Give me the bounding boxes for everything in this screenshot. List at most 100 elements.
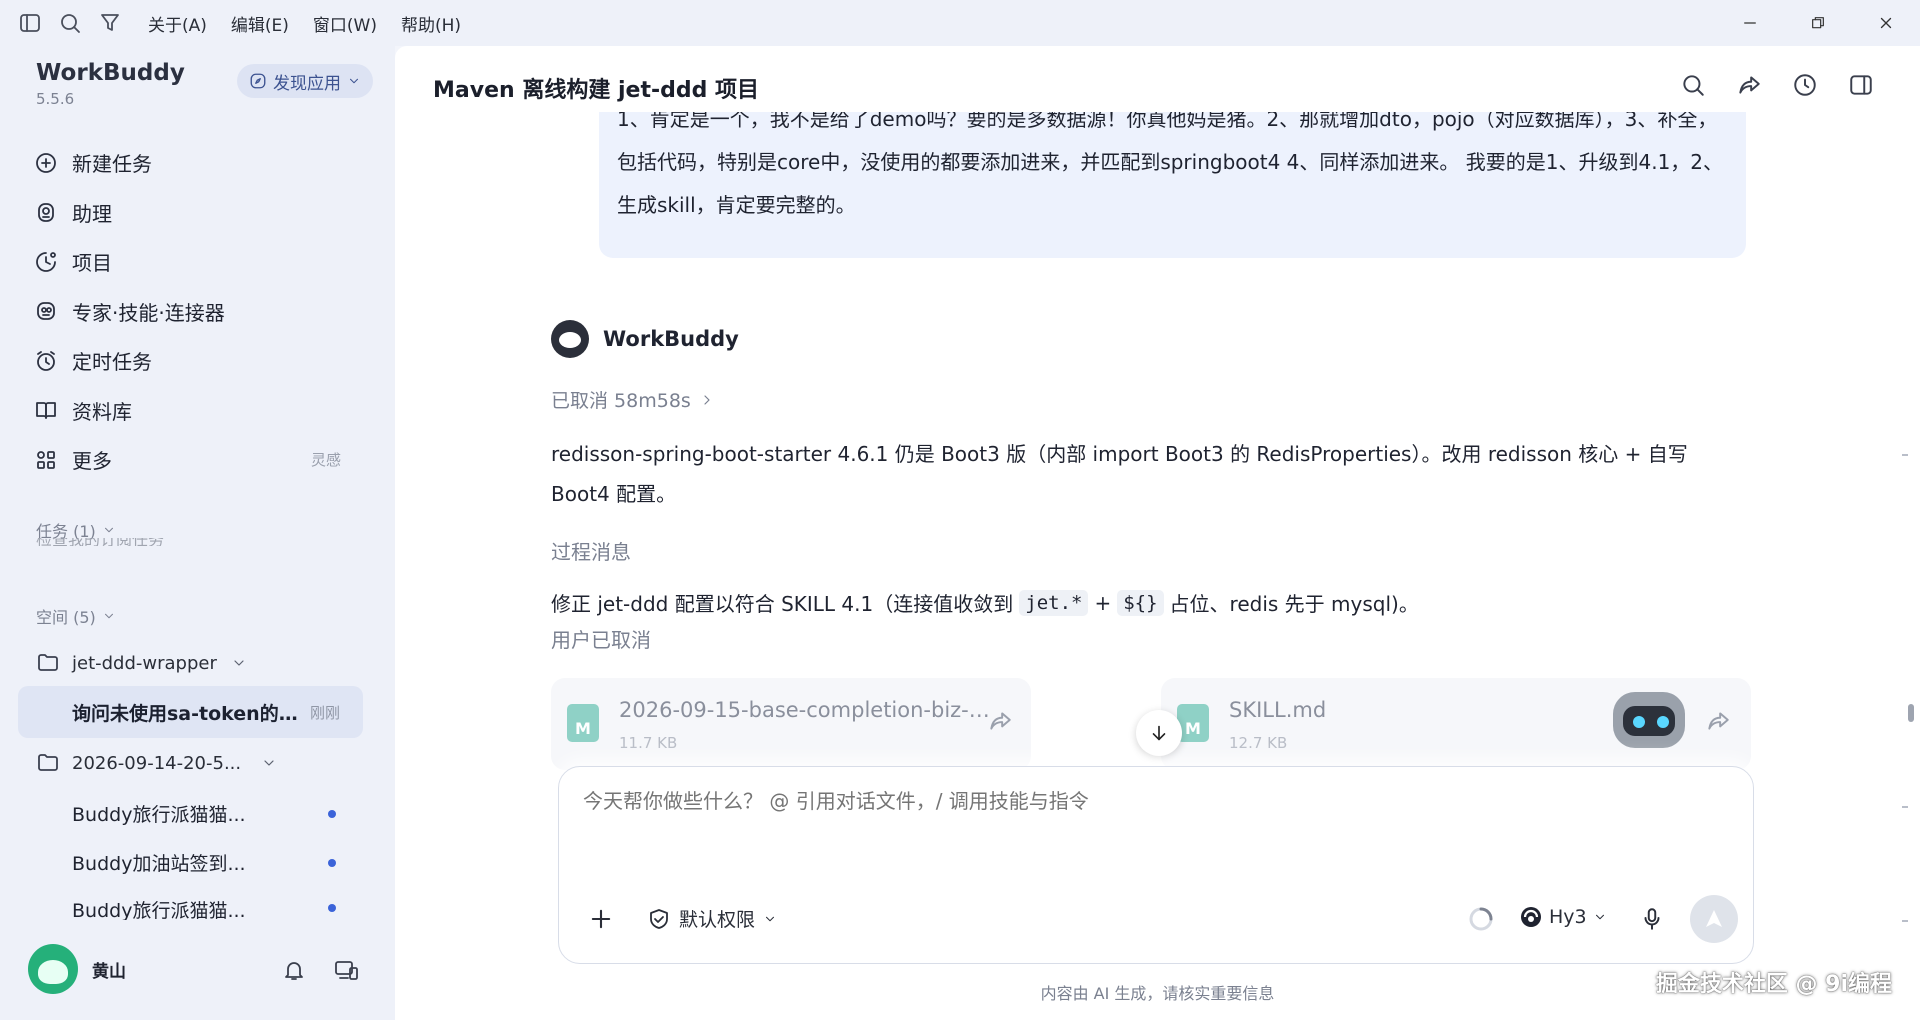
discover-apps-button[interactable]: 发现应用 (237, 64, 373, 98)
prompt-input[interactable] (583, 789, 1683, 813)
share-icon[interactable] (987, 708, 1013, 734)
file-name: 2026-09-15-base-completion-biz-generati.… (619, 698, 1001, 722)
nav-new-task[interactable]: 新建任务 (18, 138, 363, 188)
process-messages-label[interactable]: 过程消息 (551, 536, 631, 565)
subtask-item[interactable]: Buddy旅行派猫猫... (72, 898, 362, 920)
bot-name: WorkBuddy (603, 327, 739, 351)
send-button[interactable] (1690, 895, 1738, 943)
search-icon[interactable] (1680, 72, 1706, 98)
add-attachment-button[interactable] (587, 905, 615, 933)
app-name: WorkBuddy (36, 60, 185, 86)
nav-label: 项目 (72, 251, 112, 276)
file-name: SKILL.md (1229, 698, 1327, 722)
app-version: 5.5.6 (36, 90, 75, 108)
watermark: 掘金技术社区 @ 9i编程 (1655, 972, 1892, 997)
model-logo-icon (1521, 907, 1541, 927)
subtask-label: Buddy旅行派猫猫... (72, 899, 246, 921)
inline-code: jet.* (1019, 589, 1089, 616)
menu-help[interactable]: 帮助(H) (401, 9, 461, 38)
unread-dot (328, 858, 336, 867)
folder-label: 2026-09-14-20-5... (72, 752, 242, 774)
devices-icon[interactable] (334, 958, 360, 982)
subtask-label: Buddy加油站签到... (72, 853, 246, 875)
space-folder-jet-ddd-wrapper[interactable]: jet-ddd-wrapper (18, 638, 363, 688)
scrollbar[interactable] (1902, 46, 1914, 1020)
active-task-item[interactable]: 询问未使用sa-token的... 刚刚 (18, 686, 363, 738)
spaces-header-label: 空间 (5) (36, 608, 96, 627)
model-select[interactable]: Hy3 (1519, 905, 1607, 929)
compass-icon (250, 73, 266, 89)
scroll-to-bottom-button[interactable] (1136, 710, 1182, 756)
nav-label: 更多 (72, 449, 112, 474)
subtask-item[interactable]: Buddy加油站签到... (72, 849, 362, 876)
nav-assistant[interactable]: 助理 (18, 188, 363, 238)
nav-scheduled[interactable]: 定时任务 (18, 336, 363, 386)
menu-about[interactable]: 关于(A) (148, 9, 207, 38)
folder-label: jet-ddd-wrapper (72, 652, 217, 674)
bot-reply-text: redisson-spring-boot-starter 4.6.1 仍是 Bo… (551, 442, 1688, 506)
nav-more[interactable]: 更多 灵感 (18, 435, 363, 485)
file-card[interactable]: M 2026-09-15-base-completion-biz-generat… (551, 678, 1031, 770)
scrollbar-thumb[interactable] (1908, 704, 1914, 722)
menu-edit[interactable]: 编辑(E) (231, 9, 289, 38)
close-button[interactable] (1852, 0, 1920, 46)
fix-prefix: 修正 jet-ddd 配置以符合 SKILL 4.1（连接值收敛到 (551, 592, 1014, 616)
nav-label: 助理 (72, 201, 112, 226)
chevron-down-icon (264, 760, 274, 766)
spaces-header[interactable]: 空间 (5) (36, 604, 116, 628)
permission-label: 默认权限 (679, 909, 756, 931)
microphone-icon[interactable] (1639, 905, 1665, 933)
bell-icon[interactable] (282, 958, 306, 982)
user-message-text: 1、肯定是一个，我不是给了demo吗？要的是多数据源！你真他妈是猪。2、那就增加… (617, 112, 1724, 217)
window-controls (1716, 0, 1920, 46)
expert-icon (37, 302, 55, 321)
history-icon[interactable] (1792, 72, 1818, 98)
nav-library[interactable]: 资料库 (18, 386, 363, 436)
restore-button[interactable] (1784, 0, 1852, 46)
project-icon (36, 251, 56, 272)
unread-dot (328, 904, 336, 912)
active-task-title: 询问未使用sa-token的... (72, 702, 298, 725)
top-actions (1680, 72, 1874, 98)
cancelled-label: 已取消 58m58s (551, 390, 691, 412)
clipped-task-item[interactable]: 检查我的订阅任务 (36, 538, 336, 546)
share-icon[interactable] (1705, 708, 1731, 734)
panel-toggle-icon[interactable] (1848, 72, 1874, 98)
folder-icon (38, 654, 58, 671)
robot-mascot-icon (1607, 682, 1691, 754)
composer: 默认权限 Hy3 (558, 766, 1754, 964)
share-icon[interactable] (1736, 72, 1762, 98)
filter-icon[interactable] (98, 11, 122, 35)
unread-dot (328, 809, 336, 818)
book-icon (36, 402, 56, 420)
plus-circle-icon (36, 152, 56, 173)
fix-message: 修正 jet-ddd 配置以符合 SKILL 4.1（连接值收敛到 jet.* … (551, 588, 1419, 617)
chevron-down-icon (234, 660, 244, 666)
chevron-down-icon (765, 916, 775, 921)
minimize-button[interactable] (1716, 0, 1784, 46)
nav-project[interactable]: 项目 (18, 237, 363, 287)
search-icon[interactable] (58, 11, 82, 35)
file-size: 11.7 KB (619, 734, 678, 752)
nav-label: 资料库 (72, 399, 132, 424)
fix-plus: + (1094, 590, 1112, 615)
inspiration-link[interactable]: 灵感 (311, 449, 341, 470)
avatar (28, 944, 78, 994)
main-panel: Maven 离线构建 jet-ddd 项目 1、肯定是一个，我不是给了demo吗… (395, 46, 1920, 1020)
permission-select[interactable]: 默认权限 (647, 905, 777, 932)
sidebar-toggle-icon[interactable] (18, 11, 42, 35)
space-folder-2026[interactable]: 2026-09-14-20-5... (18, 738, 363, 788)
menu-bar: 关于(A) 编辑(E) 窗口(W) 帮助(H) (148, 9, 461, 38)
subtask-item[interactable]: Buddy旅行派猫猫... (72, 800, 362, 827)
menu-window[interactable]: 窗口(W) (313, 9, 377, 38)
nav-experts[interactable]: 专家·技能·连接器 (18, 287, 363, 337)
brand: WorkBuddy 5.5.6 (36, 60, 185, 108)
markdown-file-icon: M (567, 704, 599, 742)
chevron-down-icon (104, 613, 113, 619)
user-message-bubble: 1、肯定是一个，我不是给了demo吗？要的是多数据源！你真他妈是猪。2、那就增加… (599, 112, 1746, 258)
inline-code: ${} (1117, 589, 1164, 616)
user-profile[interactable]: 黄山 (28, 944, 126, 994)
assistant-icon (38, 203, 54, 223)
plus-icon (591, 909, 611, 929)
cancelled-status[interactable]: 已取消 58m58s (551, 386, 715, 413)
